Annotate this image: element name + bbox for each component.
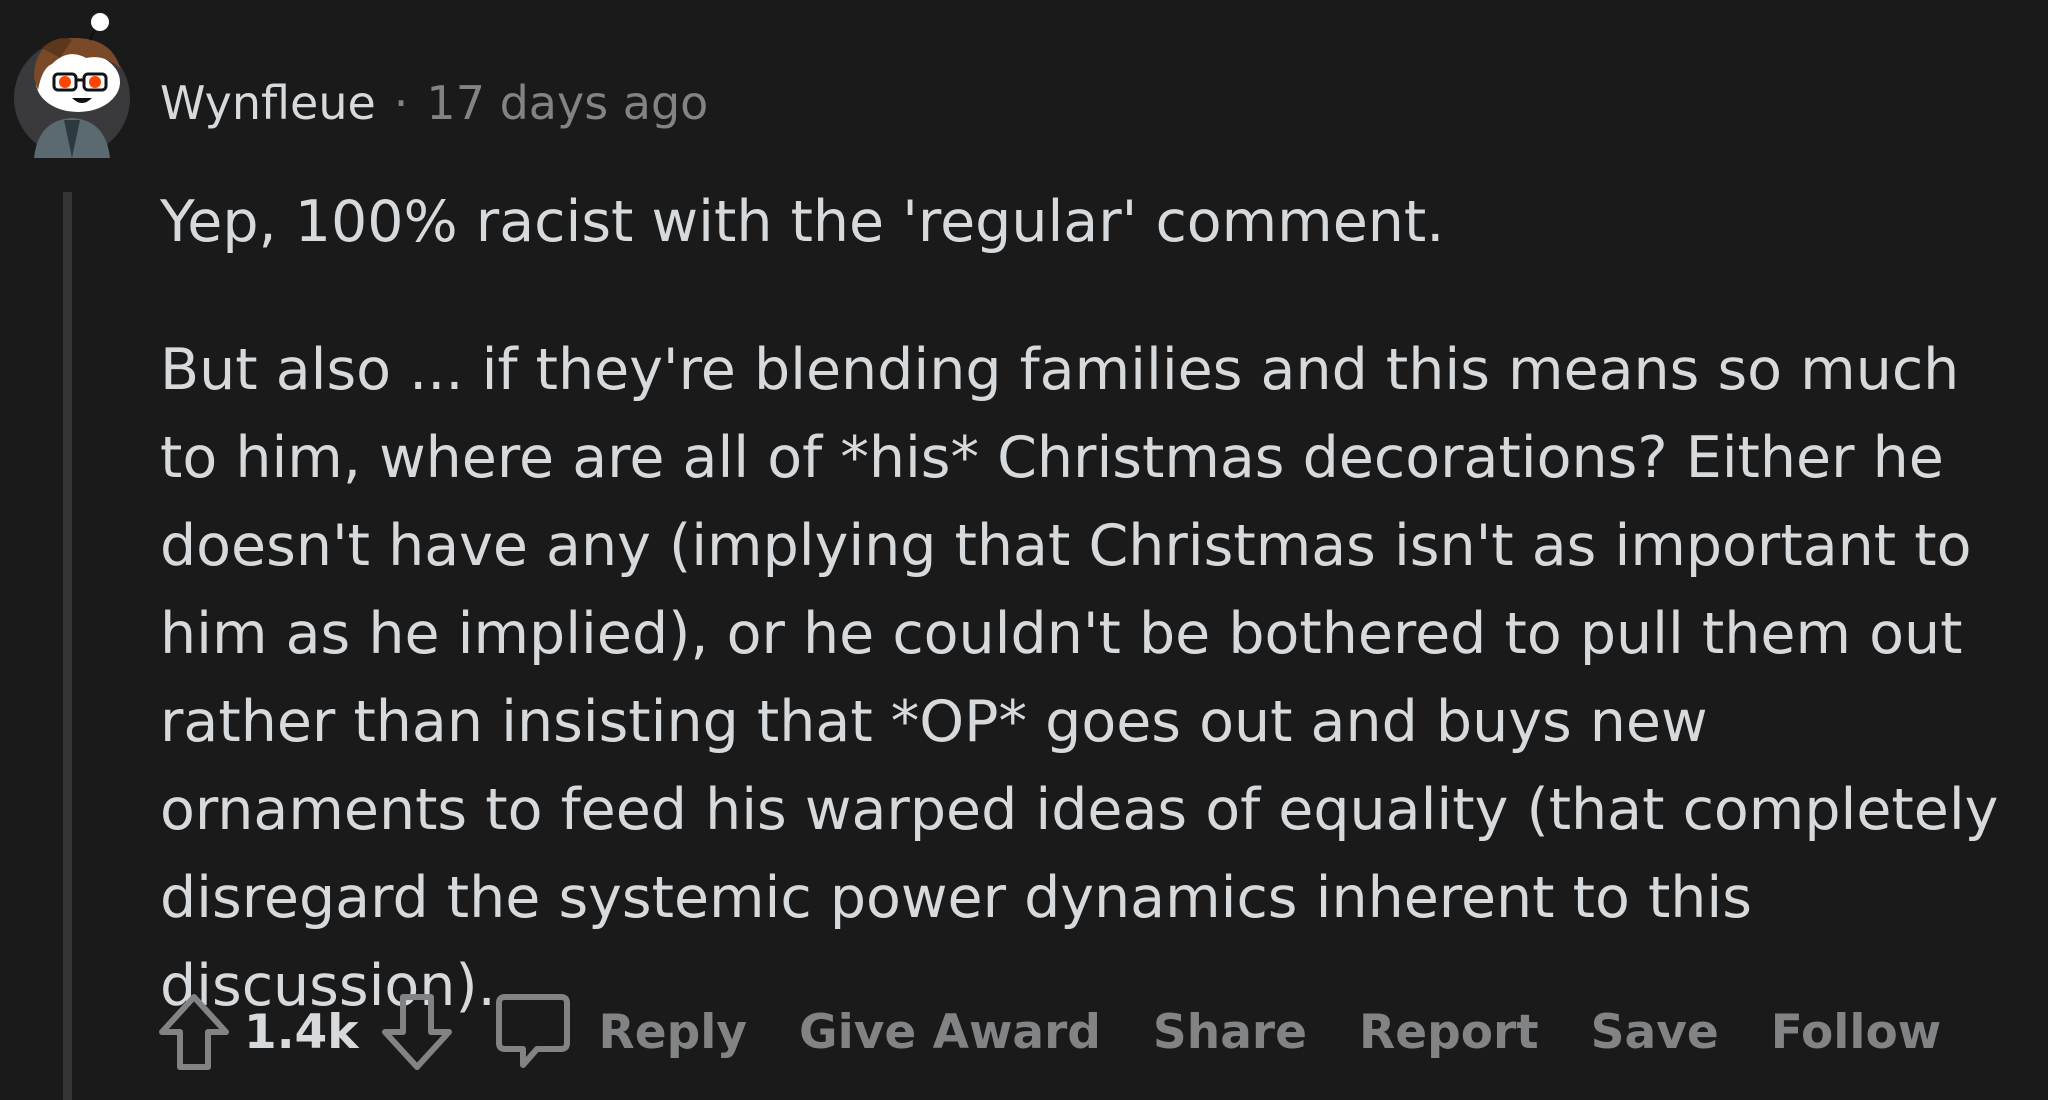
comment-timestamp[interactable]: 17 days ago	[426, 72, 708, 134]
upvote-arrow-icon	[159, 994, 229, 1070]
comment-meta: Wynfleue · 17 days ago	[160, 72, 708, 134]
comment: Wynfleue · 17 days ago Yep, 100% racist …	[0, 0, 2048, 1100]
downvote-arrow-icon	[381, 994, 452, 1070]
save-button[interactable]: Save	[1591, 1005, 1719, 1060]
reply-button[interactable]: Reply	[493, 991, 799, 1073]
comment-paragraph: Yep, 100% racist with the 'regular' comm…	[160, 189, 1445, 255]
user-avatar[interactable]	[12, 8, 132, 160]
share-button[interactable]: Share	[1153, 1005, 1307, 1060]
downvote-button[interactable]	[377, 987, 457, 1077]
follow-button[interactable]: Follow	[1771, 1005, 1941, 1060]
thread-collapse-line[interactable]	[63, 192, 72, 1100]
meta-separator: ·	[393, 76, 409, 130]
speech-bubble-icon	[495, 994, 570, 1068]
author-name[interactable]: Wynfleue	[160, 72, 376, 134]
vote-score: 1.4k	[244, 1004, 359, 1060]
comment-actions: 1.4k Reply Give Award Share Report Save …	[154, 982, 1993, 1082]
upvote-button[interactable]	[154, 987, 234, 1077]
give-award-button[interactable]: Give Award	[799, 1005, 1101, 1060]
report-button[interactable]: Report	[1359, 1005, 1539, 1060]
reply-label: Reply	[598, 1004, 747, 1060]
snoo-avatar-icon	[14, 13, 130, 158]
comment-paragraph: But also ... if they're blending familie…	[160, 337, 1999, 1019]
comment-body: Yep, 100% racist with the 'regular' comm…	[160, 178, 2010, 1030]
